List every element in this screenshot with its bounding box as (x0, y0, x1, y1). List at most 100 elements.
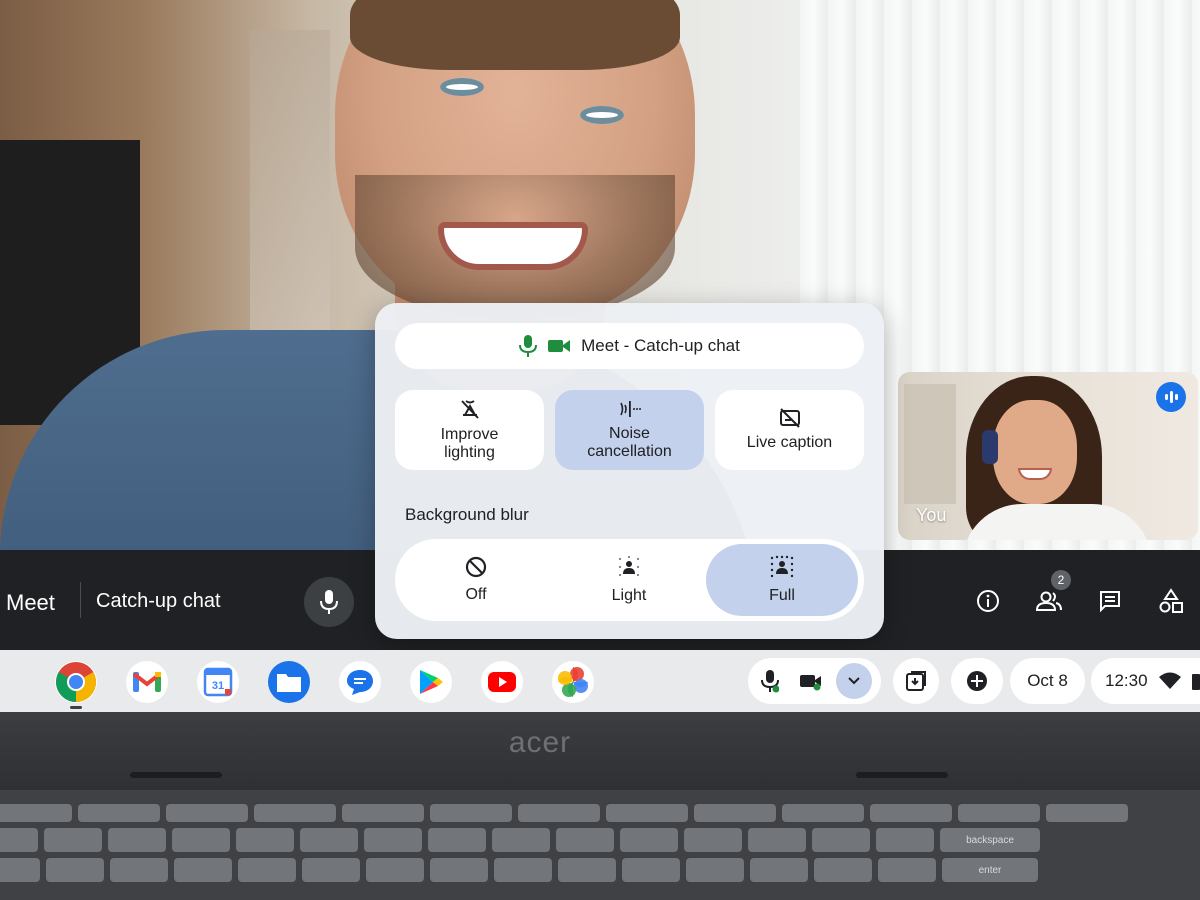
key (686, 858, 744, 882)
photos-app-button[interactable] (552, 661, 594, 703)
key (172, 828, 230, 852)
key (302, 858, 360, 882)
tray-microphone-button[interactable] (752, 663, 788, 699)
live-caption-toggle[interactable]: Live caption (715, 390, 864, 470)
key (518, 804, 600, 822)
participant-smile (438, 222, 588, 270)
screen-capture-button[interactable] (893, 658, 939, 704)
camera-icon (548, 340, 571, 352)
key (254, 804, 336, 822)
blur-full-icon (770, 555, 794, 578)
key (620, 828, 678, 852)
key (0, 828, 38, 852)
download-tray-icon (906, 671, 926, 691)
meeting-header-title: Meet - Catch-up chat (581, 336, 740, 355)
laptop-brand-logo: acer (508, 726, 572, 759)
backspace-key: backspace (940, 828, 1040, 852)
play-store-icon (420, 670, 443, 694)
key-row: backspace (0, 828, 1040, 852)
background-blur-selector: Off Light Full (395, 539, 864, 621)
blur-option-full[interactable]: Full (706, 544, 858, 616)
youtube-app-button[interactable] (481, 661, 523, 703)
blur-option-off[interactable]: Off (400, 544, 552, 616)
key (236, 828, 294, 852)
chat-button[interactable] (1095, 586, 1125, 616)
key-row: enter (0, 858, 1038, 882)
video-call-controls-panel: Meet - Catch-up chat Improve lighting No… (375, 303, 884, 639)
tray-expand-button[interactable] (836, 663, 872, 699)
key (428, 828, 486, 852)
date-label: Oct 8 (1027, 671, 1068, 690)
messages-icon (347, 670, 373, 695)
key (748, 828, 806, 852)
tray-camera-button[interactable] (794, 663, 830, 699)
headset-icon (982, 430, 998, 464)
divider (80, 582, 81, 618)
add-button[interactable] (951, 658, 1003, 704)
key (78, 804, 160, 822)
blur-option-label: Off (465, 586, 487, 603)
key (782, 804, 864, 822)
self-view-label: You (916, 505, 947, 525)
key (0, 804, 72, 822)
chevron-down-icon (848, 677, 860, 685)
meeting-header-pill[interactable]: Meet - Catch-up chat (395, 323, 864, 369)
key (1046, 804, 1128, 822)
self-view-face (993, 400, 1077, 504)
files-app-button[interactable] (268, 661, 310, 703)
video-call-tray (748, 658, 881, 704)
key (606, 804, 688, 822)
self-view-background (904, 384, 956, 504)
key (870, 804, 952, 822)
tile-label: Improve lighting (440, 426, 499, 461)
tile-label: Noise cancellation (587, 425, 672, 460)
key (110, 858, 168, 882)
key (342, 804, 424, 822)
status-area[interactable]: 12:30 (1091, 658, 1200, 704)
enter-key: enter (942, 858, 1038, 882)
key (556, 828, 614, 852)
noise-cancellation-toggle[interactable]: Noise cancellation (555, 390, 704, 470)
add-circle-icon (967, 671, 987, 691)
app-name: Meet (6, 590, 55, 615)
blur-option-light[interactable]: Light (553, 544, 705, 616)
key (684, 828, 742, 852)
date-tray[interactable]: Oct 8 (1010, 658, 1085, 704)
microphone-icon (519, 335, 538, 357)
chat-icon (1100, 591, 1120, 613)
photos-icon (558, 667, 588, 697)
activities-button[interactable] (1156, 586, 1186, 616)
microphone-icon (320, 590, 338, 614)
self-view-tile[interactable]: You (898, 372, 1198, 540)
key (694, 804, 776, 822)
messages-app-button[interactable] (339, 661, 381, 703)
live-caption-off-icon (779, 408, 800, 428)
key (44, 828, 102, 852)
key (108, 828, 166, 852)
people-button[interactable] (1034, 586, 1064, 616)
gmail-icon (132, 672, 162, 692)
calendar-app-button[interactable]: 31 (197, 661, 239, 703)
key (46, 858, 104, 882)
battery-icon (1191, 674, 1200, 690)
improve-lighting-toggle[interactable]: Improve lighting (395, 390, 544, 470)
key (0, 858, 40, 882)
hinge (130, 772, 222, 778)
info-icon (977, 590, 999, 612)
key (166, 804, 248, 822)
key (430, 858, 488, 882)
chrome-app-button[interactable] (55, 661, 97, 703)
play-store-app-button[interactable] (410, 661, 452, 703)
key (814, 858, 872, 882)
gmail-app-button[interactable] (126, 661, 168, 703)
time-label: 12:30 (1105, 671, 1148, 690)
key (364, 828, 422, 852)
laptop-bezel (0, 712, 1200, 790)
meeting-info-button[interactable] (973, 586, 1003, 616)
key (622, 858, 680, 882)
key (750, 858, 808, 882)
microphone-button[interactable] (304, 577, 354, 627)
blur-option-label: Full (769, 587, 795, 604)
participant-count-badge: 2 (1051, 570, 1071, 590)
running-indicator (70, 706, 82, 709)
